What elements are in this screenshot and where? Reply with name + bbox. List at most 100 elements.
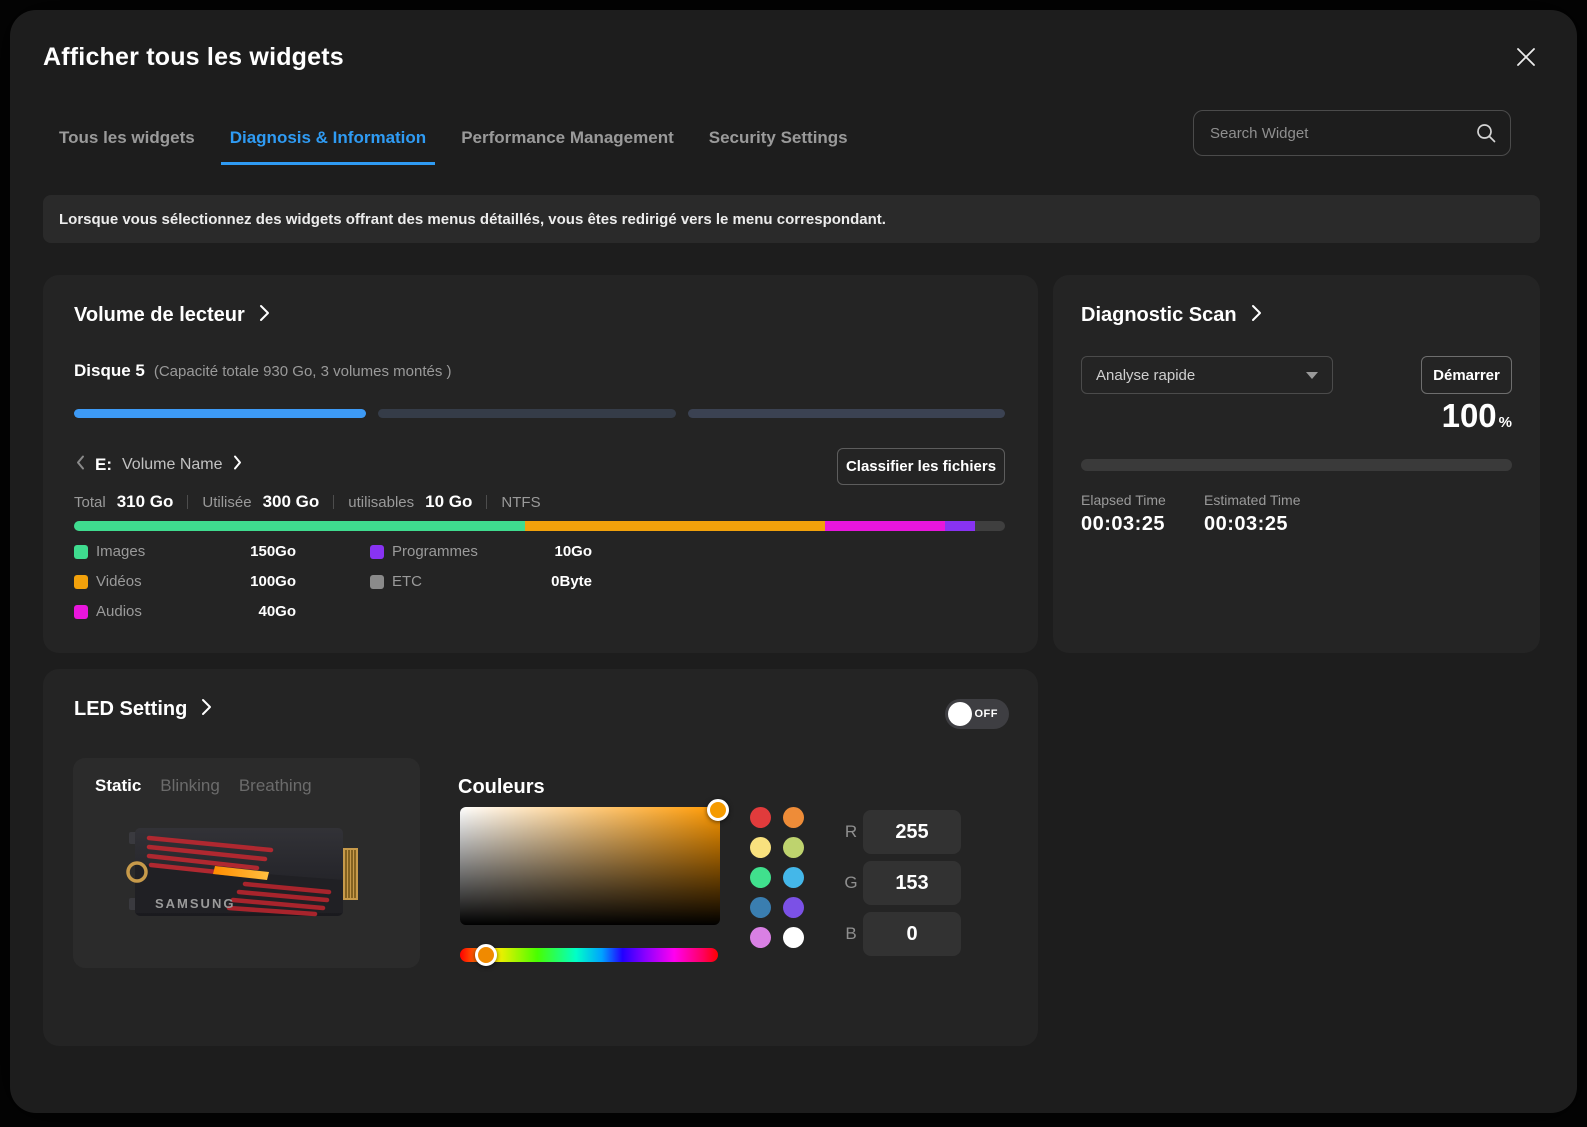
volume-segment-2[interactable] xyxy=(378,409,676,418)
legend-item: Audios 40Go xyxy=(74,601,296,622)
volume-segments xyxy=(74,409,1005,418)
divider xyxy=(333,495,334,509)
ssd-brand-text: SAMSUNG xyxy=(155,896,235,911)
stat-label: Total xyxy=(74,494,106,511)
legend-label: Vidéos xyxy=(96,573,142,590)
picker-handle[interactable] xyxy=(707,799,729,821)
diagnostic-card-header[interactable]: Diagnostic Scan xyxy=(1081,304,1262,327)
usage-segment-audios xyxy=(825,521,945,531)
mode-tab-breathing[interactable]: Breathing xyxy=(239,776,312,796)
tab-bar: Tous les widgets Diagnosis & Information… xyxy=(59,128,848,165)
legend-swatch xyxy=(370,545,384,559)
legend-value: 0Byte xyxy=(551,573,592,590)
divider xyxy=(187,495,188,509)
color-swatch[interactable] xyxy=(783,867,804,888)
led-toggle[interactable]: OFF xyxy=(945,699,1009,729)
volume-letter: E: xyxy=(95,455,112,475)
legend-label: ETC xyxy=(392,573,422,590)
filesystem-label: NTFS xyxy=(501,494,540,511)
color-swatch[interactable] xyxy=(783,897,804,918)
legend-value: 10Go xyxy=(554,543,592,560)
divider xyxy=(486,495,487,509)
usage-segment-vidéos xyxy=(525,521,826,531)
color-swatch[interactable] xyxy=(783,837,804,858)
tab-performance-management[interactable]: Performance Management xyxy=(461,128,674,165)
color-swatch[interactable] xyxy=(750,837,771,858)
stat-label: utilisables xyxy=(348,494,414,511)
scan-progress-percent: 100 % xyxy=(1442,397,1512,435)
chevron-right-icon xyxy=(201,698,212,721)
start-scan-button[interactable]: Démarrer xyxy=(1421,356,1512,394)
rgb-label-g: G xyxy=(841,873,861,893)
stat-value: 310 Go xyxy=(117,492,174,512)
stat-value: 300 Go xyxy=(263,492,320,512)
saturation-brightness-picker[interactable] xyxy=(460,807,720,925)
scan-type-dropdown[interactable]: Analyse rapide xyxy=(1081,356,1333,394)
volume-segment-3[interactable] xyxy=(688,409,1005,418)
scan-progress-bar xyxy=(1081,459,1512,471)
usage-bar xyxy=(74,521,1005,531)
diagnostic-card-title: Diagnostic Scan xyxy=(1081,304,1237,327)
legend-item: Images150Go xyxy=(74,541,296,562)
colors-title: Couleurs xyxy=(458,776,545,799)
usage-segment-images xyxy=(74,521,525,531)
elapsed-time-label: Elapsed Time xyxy=(1081,492,1166,508)
percent-value: 100 xyxy=(1442,397,1497,435)
toggle-knob xyxy=(948,702,972,726)
volume-navigator: E: Volume Name xyxy=(76,455,242,475)
led-mode-panel: Static Blinking Breathing xyxy=(73,758,420,968)
volume-stats: Total 310 Go Utilisée 300 Go utilisables… xyxy=(74,492,541,512)
estimated-time-label: Estimated Time xyxy=(1204,492,1300,508)
led-card-header[interactable]: LED Setting xyxy=(74,698,212,721)
search-icon[interactable] xyxy=(1475,122,1497,149)
elapsed-time-value: 00:03:25 xyxy=(1081,513,1165,536)
tab-diagnosis-information[interactable]: Diagnosis & Information xyxy=(221,128,435,165)
chevron-left-icon[interactable] xyxy=(76,455,85,475)
ssd-device-image: SAMSUNG xyxy=(119,818,375,933)
classify-files-button[interactable]: Classifier les fichiers xyxy=(837,448,1005,485)
hue-slider-handle[interactable] xyxy=(475,944,497,966)
hue-slider[interactable] xyxy=(460,948,718,962)
legend-value: 40Go xyxy=(258,603,296,620)
widgets-modal: Afficher tous les widgets Tous les widge… xyxy=(10,10,1577,1113)
volume-card-header[interactable]: Volume de lecteur xyxy=(74,304,270,327)
search-input[interactable] xyxy=(1210,111,1470,155)
rgb-input-g[interactable]: 153 xyxy=(863,861,961,905)
legend-swatch xyxy=(370,575,384,589)
chevron-right-icon[interactable] xyxy=(233,455,242,475)
legend-swatch xyxy=(74,575,88,589)
legend-item: Vidéos100Go xyxy=(74,571,296,592)
led-card-title: LED Setting xyxy=(74,698,187,721)
rgb-label-r: R xyxy=(841,822,861,842)
legend-swatch xyxy=(74,605,88,619)
tab-security-settings[interactable]: Security Settings xyxy=(709,128,848,165)
volume-card-title: Volume de lecteur xyxy=(74,304,245,327)
disk-summary: Disque 5 (Capacité totale 930 Go, 3 volu… xyxy=(74,361,452,381)
info-banner: Lorsque vous sélectionnez des widgets of… xyxy=(43,195,1540,243)
disk-name: Disque 5 xyxy=(74,361,145,381)
color-swatch[interactable] xyxy=(783,927,804,948)
color-swatch[interactable] xyxy=(750,927,771,948)
legend-label: Audios xyxy=(96,603,142,620)
toggle-state-label: OFF xyxy=(975,708,999,720)
tab-tous-les-widgets[interactable]: Tous les widgets xyxy=(59,128,195,165)
rgb-input-r[interactable]: 255 xyxy=(863,810,961,854)
legend-item: Programmes10Go xyxy=(370,541,592,562)
volume-widget-card: Volume de lecteur Disque 5 (Capacité tot… xyxy=(43,275,1038,653)
color-swatch[interactable] xyxy=(783,807,804,828)
legend-item: ETC 0Byte xyxy=(370,571,592,592)
legend-col-2: Programmes10Go ETC 0Byte xyxy=(370,541,592,592)
volume-name: Volume Name xyxy=(122,456,223,474)
volume-segment-selected[interactable] xyxy=(74,409,366,418)
scan-type-value: Analyse rapide xyxy=(1096,367,1195,384)
close-icon[interactable] xyxy=(1509,40,1543,74)
color-swatch[interactable] xyxy=(750,807,771,828)
legend-label: Images xyxy=(96,543,145,560)
rgb-input-b[interactable]: 0 xyxy=(863,912,961,956)
mode-tab-static[interactable]: Static xyxy=(95,776,141,796)
stat-value: 10 Go xyxy=(425,492,472,512)
color-swatch[interactable] xyxy=(750,867,771,888)
color-swatch[interactable] xyxy=(750,897,771,918)
mode-tab-blinking[interactable]: Blinking xyxy=(160,776,220,796)
color-swatch-grid xyxy=(750,807,804,948)
